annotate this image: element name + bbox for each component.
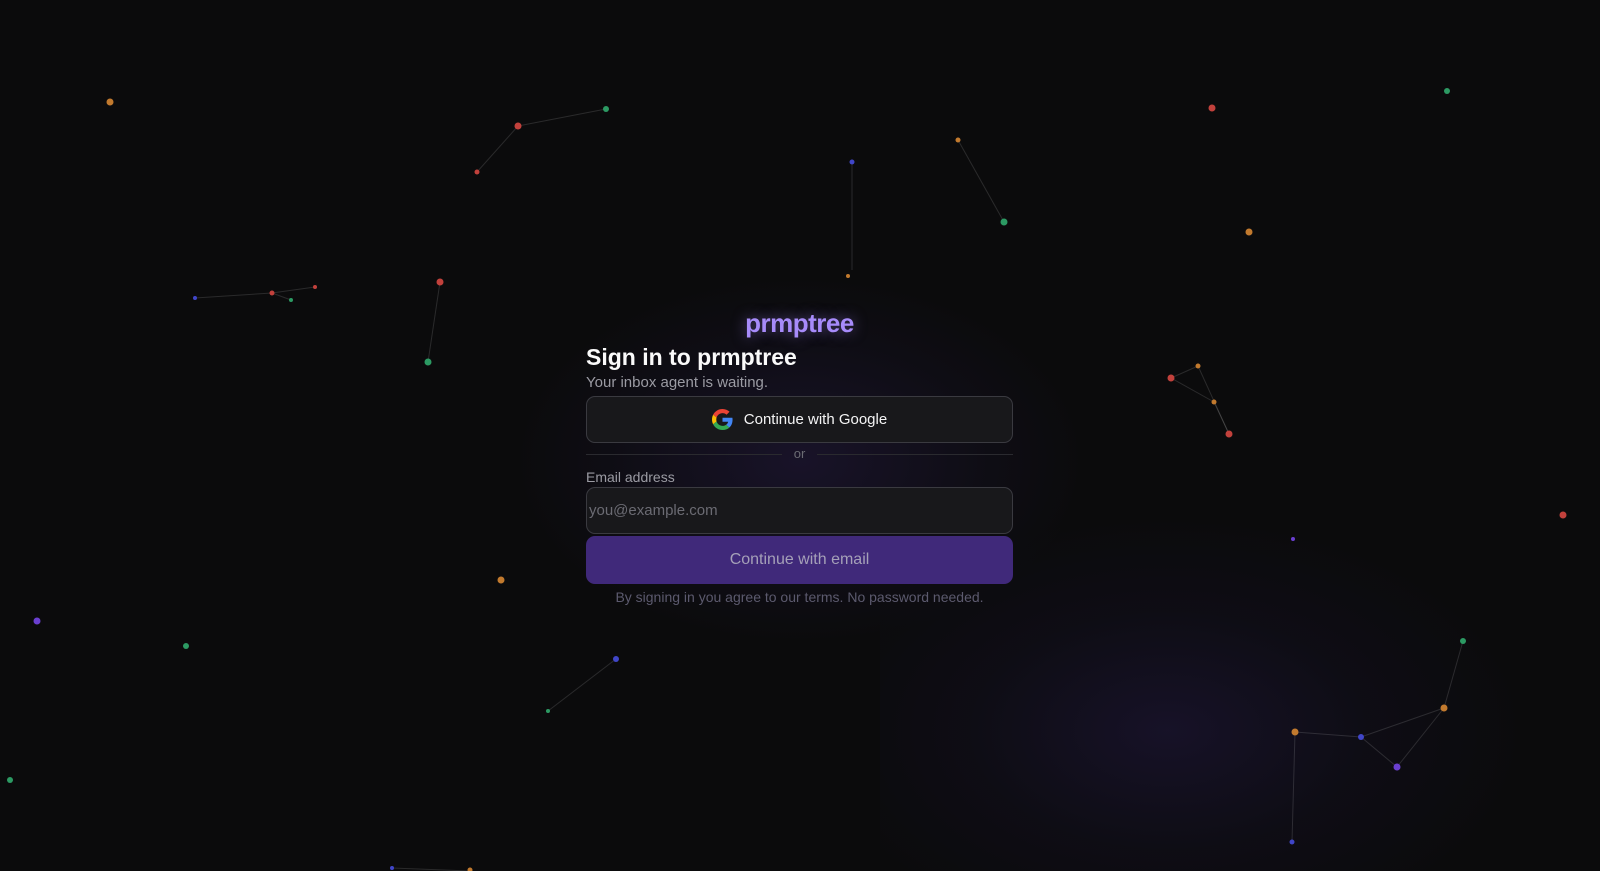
divider-line-right	[817, 453, 1013, 455]
google-g-icon	[711, 409, 733, 430]
brand-logo: prmptree	[745, 308, 854, 338]
continue-with-email-button[interactable]: Continue with email	[586, 536, 1013, 584]
page-subtitle: Your inbox agent is waiting.	[586, 374, 769, 391]
terms-notice: By signing in you agree to our terms. No…	[615, 589, 984, 605]
or-divider: or	[586, 447, 1013, 461]
email-input[interactable]	[586, 487, 1013, 534]
divider-line-left	[586, 453, 782, 455]
google-signin-button[interactable]: Continue with Google	[586, 396, 1013, 443]
email-label: Email address	[586, 469, 675, 485]
page-title: Sign in to prmptree	[586, 344, 797, 370]
signin-container: prmptree Sign in to prmptree Your inbox …	[586, 306, 1013, 606]
google-button-label: Continue with Google	[743, 411, 888, 428]
divider-text: or	[793, 446, 806, 461]
signin-card: Sign in to prmptree Your inbox agent is …	[586, 343, 1013, 606]
